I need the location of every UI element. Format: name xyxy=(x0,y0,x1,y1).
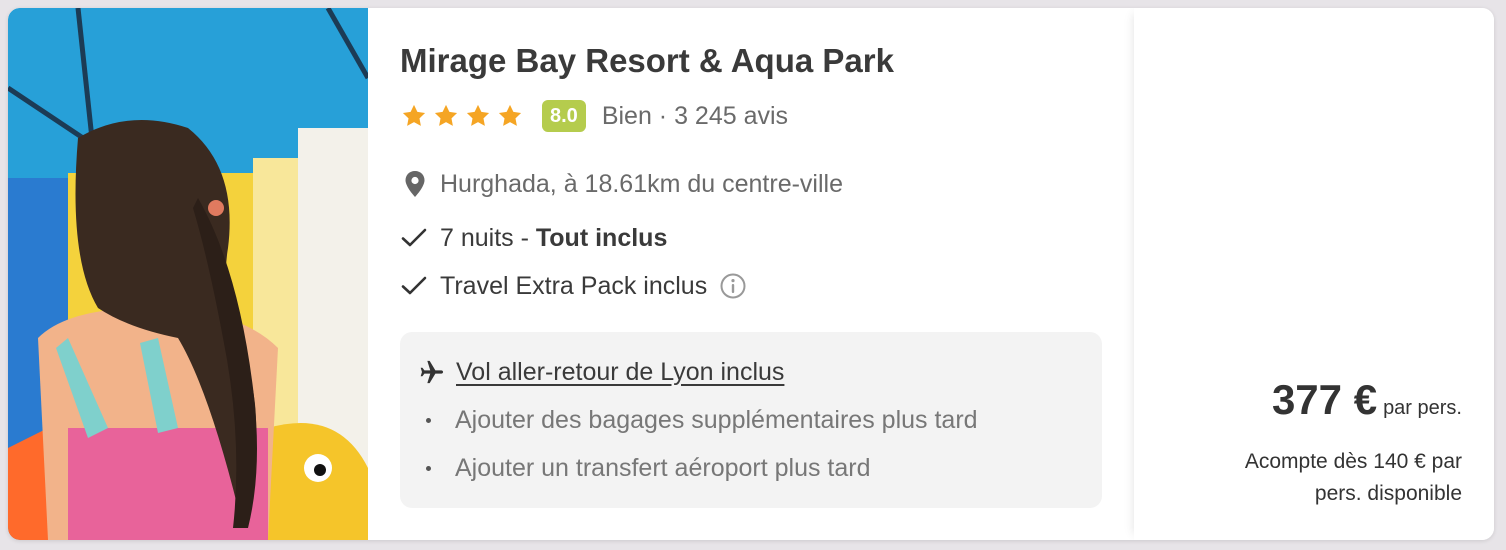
airplane-icon xyxy=(420,360,444,384)
info-icon[interactable] xyxy=(719,272,747,300)
star-icon xyxy=(466,104,490,126)
price-amount: 377 € xyxy=(1271,376,1378,423)
board-type: Tout inclus xyxy=(535,223,668,252)
star-icon xyxy=(498,104,522,126)
star-icon xyxy=(434,104,458,126)
score-badge: 8.0 xyxy=(542,100,586,132)
price-unit: par pers. xyxy=(1383,397,1462,419)
nights-label: 7 nuits - xyxy=(440,223,536,252)
extra-pack-inclusion: Travel Extra Pack inclus xyxy=(400,268,747,304)
deposit-line-1: Acompte dès 140 € par xyxy=(1244,450,1462,473)
star-rating xyxy=(400,102,524,130)
flight-info-box: Vol aller-retour de Lyon inclus Ajouter … xyxy=(400,332,1102,508)
board-inclusion: 7 nuits - Tout inclus xyxy=(400,220,667,256)
deposit-info: Acompte dès 140 € par pers. disponible xyxy=(1202,446,1462,510)
transfer-option-text: Ajouter un transfert aéroport plus tard xyxy=(455,453,871,482)
rating-row: 8.0 Bien · 3 245 avis xyxy=(400,96,788,136)
location-text: Hurghada, à 18.61km du centre-ville xyxy=(440,169,844,198)
bullet-dot xyxy=(426,465,431,471)
location-row: Hurghada, à 18.61km du centre-ville xyxy=(400,166,843,202)
bullet-dot xyxy=(426,417,431,423)
price-panel[interactable]: 377 € par pers. Acompte dès 140 € par pe… xyxy=(1134,8,1494,540)
hotel-info: Mirage Bay Resort & Aqua Park 8.0 Bien ·… xyxy=(400,8,1120,540)
check-icon xyxy=(401,228,427,247)
flight-link[interactable]: Vol aller-retour de Lyon inclus xyxy=(456,358,784,387)
hotel-photo[interactable] xyxy=(8,8,368,540)
hotel-card[interactable]: Mirage Bay Resort & Aqua Park 8.0 Bien ·… xyxy=(8,8,1494,540)
hotel-photo-image xyxy=(8,8,368,540)
list-item: Ajouter un transfert aéroport plus tard xyxy=(426,450,871,486)
extra-pack-text: Travel Extra Pack inclus xyxy=(440,271,708,300)
baggage-option-text: Ajouter des bagages supplémentaires plus… xyxy=(455,405,978,434)
list-item: Ajouter des bagages supplémentaires plus… xyxy=(426,402,978,438)
star-icon xyxy=(402,104,426,126)
deposit-line-2: pers. disponible xyxy=(1314,482,1462,505)
location-pin-icon xyxy=(405,171,425,197)
rating-reviews[interactable]: Bien · 3 245 avis xyxy=(602,102,788,131)
hotel-title[interactable]: Mirage Bay Resort & Aqua Park xyxy=(400,42,894,80)
flight-row: Vol aller-retour de Lyon inclus xyxy=(418,352,784,392)
board-text: 7 nuits - Tout inclus xyxy=(440,224,667,253)
price-line: 377 € par pers. xyxy=(1272,376,1462,424)
check-icon xyxy=(401,276,427,295)
